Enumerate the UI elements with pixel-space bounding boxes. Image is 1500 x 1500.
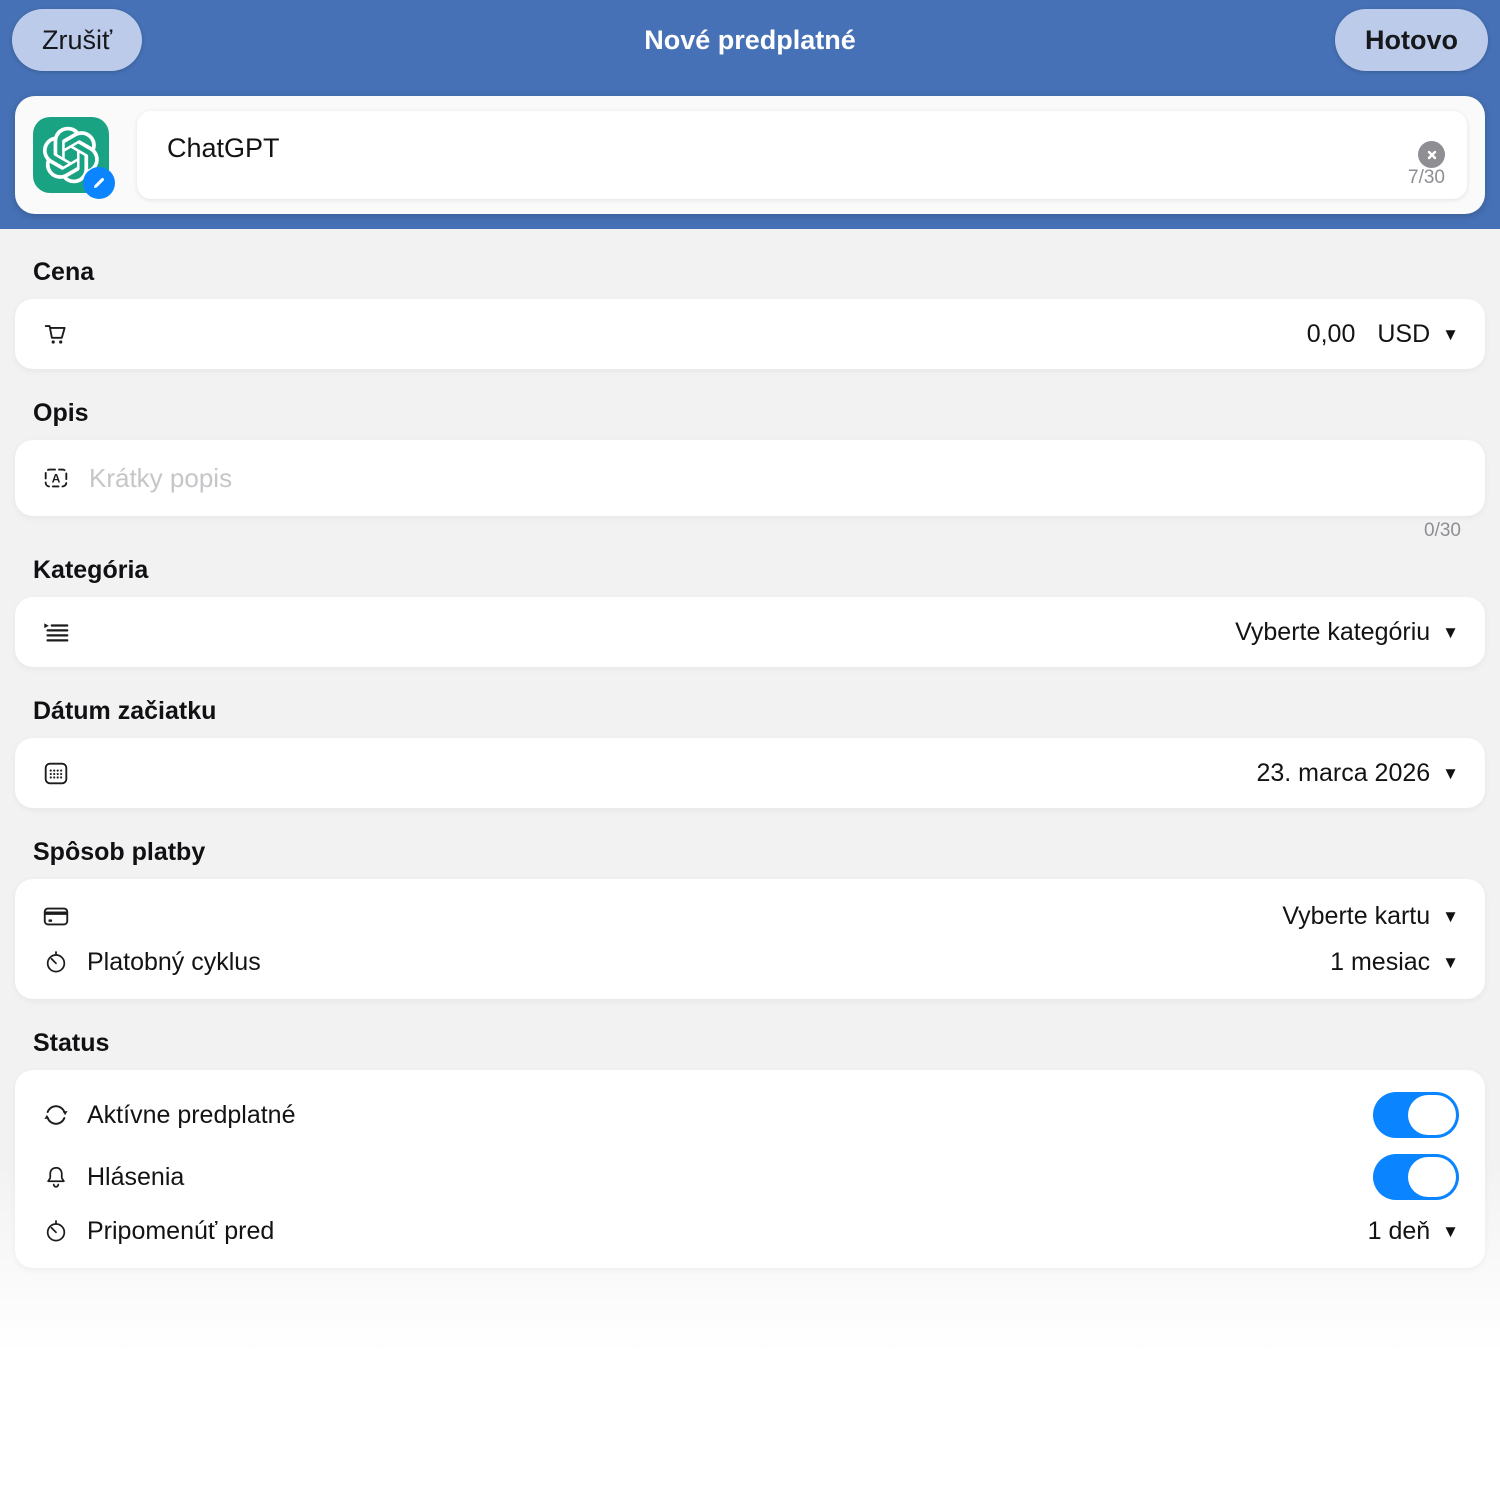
start-date-section-label: Dátum začiatku [33,697,1485,726]
clear-icon[interactable] [1418,141,1445,168]
name-card: 7/30 [15,96,1485,214]
billing-cycle-value[interactable]: 1 mesiac [1330,948,1430,977]
chevron-down-icon: ▼ [1442,907,1459,927]
svg-text:A: A [52,472,61,486]
active-subscription-toggle[interactable] [1373,1092,1459,1138]
category-value[interactable]: Vyberte kategóriu [1235,618,1430,647]
description-char-counter: 0/30 [15,520,1461,542]
billing-cycle-label: Platobný cyklus [87,948,261,977]
cancel-button[interactable]: Zrušiť [12,9,142,71]
description-section-label: Opis [33,399,1485,428]
pencil-icon [91,175,107,191]
cart-icon [41,319,71,349]
notifications-toggle[interactable] [1373,1154,1459,1200]
payment-card: Vyberte kartu ▼ Platobný cyklus 1 mesiac… [15,879,1485,999]
header-zone: Zrušiť Nové predplatné Hotovo [0,0,1500,229]
description-row[interactable]: A Krátky popis [15,440,1485,516]
page-title: Nové predplatné [0,25,1500,56]
billing-cycle-row[interactable]: Platobný cyklus 1 mesiac ▼ [41,939,1459,985]
name-char-counter: 7/30 [1408,167,1445,189]
notifications-row: Hlásenia [41,1146,1459,1208]
new-subscription-sheet: Zrušiť Nové predplatné Hotovo [0,0,1500,1500]
sync-icon [41,1100,71,1130]
category-section-label: Kategória [33,556,1485,585]
start-date-row[interactable]: 23. marca 2026 ▼ [15,738,1485,808]
description-placeholder: Krátky popis [89,463,232,494]
chevron-down-icon: ▼ [1442,623,1459,643]
chevron-down-icon: ▼ [1442,764,1459,784]
edit-badge[interactable] [83,167,115,199]
price-row[interactable]: 0,00 USD ▼ [15,299,1485,369]
name-field-wrap: 7/30 [137,111,1467,199]
remind-before-value[interactable]: 1 deň [1368,1217,1431,1246]
category-row[interactable]: Vyberte kategóriu ▼ [15,597,1485,667]
credit-card-icon [41,901,71,931]
start-date-value[interactable]: 23. marca 2026 [1256,759,1430,788]
description-icon: A [41,463,71,493]
timer-icon [41,947,71,977]
name-input[interactable] [137,111,1467,199]
chevron-down-icon: ▼ [1442,1222,1459,1242]
payment-card-row[interactable]: Vyberte kartu ▼ [41,893,1459,939]
done-button[interactable]: Hotovo [1335,9,1488,71]
form-content: Cena 0,00 USD ▼ Opis [0,229,1500,1500]
active-subscription-row: Aktívne predplatné [41,1084,1459,1146]
status-section-label: Status [33,1029,1485,1058]
chevron-down-icon: ▼ [1442,325,1459,345]
currency-value[interactable]: USD [1377,320,1430,349]
remind-before-label: Pripomenúť pred [87,1217,274,1246]
category-list-icon [41,617,71,647]
price-value[interactable]: 0,00 [1307,320,1356,349]
price-section-label: Cena [33,258,1485,287]
nav-bar: Zrušiť Nové predplatné Hotovo [0,0,1500,80]
payment-card-value[interactable]: Vyberte kartu [1282,902,1430,931]
payment-section-label: Spôsob platby [33,838,1485,867]
calendar-icon [41,758,71,788]
chevron-down-icon: ▼ [1442,953,1459,973]
active-subscription-label: Aktívne predplatné [87,1101,295,1130]
bell-icon [41,1162,71,1192]
status-card: Aktívne predplatné Hlásenia [15,1070,1485,1268]
notifications-label: Hlásenia [87,1163,184,1192]
remind-before-row[interactable]: Pripomenúť pred 1 deň ▼ [41,1208,1459,1254]
app-icon-button[interactable] [33,117,109,193]
timer-icon [41,1216,71,1246]
